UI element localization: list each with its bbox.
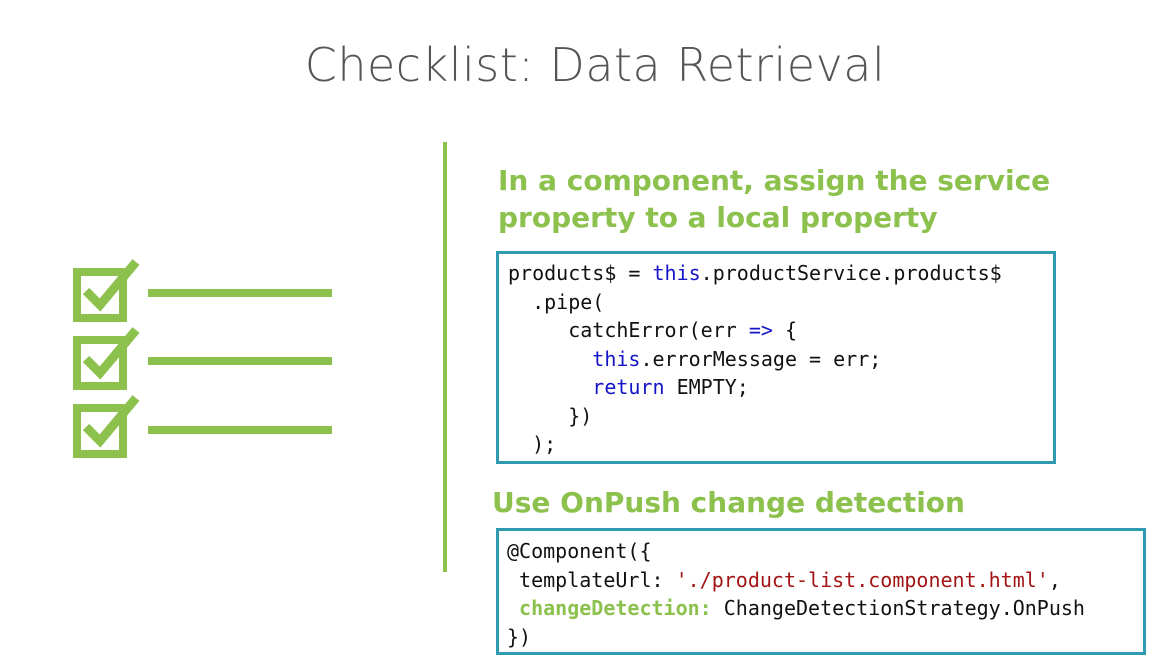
checklist-icon	[70, 255, 340, 470]
code-line: templateUrl: './product-list.component.h…	[507, 567, 1061, 592]
section-heading-onpush: Use OnPush change detection	[492, 486, 965, 519]
code-line: })	[508, 403, 593, 428]
code-block-onpush: @Component({ templateUrl: './product-lis…	[496, 528, 1146, 655]
vertical-divider	[443, 142, 447, 572]
code-line: catchError(err => {	[508, 318, 798, 342]
code-line: .pipe(	[508, 289, 605, 314]
code-line: })	[507, 624, 532, 649]
code-line: this.errorMessage = err;	[592, 346, 882, 371]
code-line: products$ = this.productService.products…	[508, 261, 1002, 285]
code-line: changeDetection: ChangeDetectionStrategy…	[519, 596, 1085, 620]
code-line: );	[508, 432, 557, 456]
code-line: @Component({	[507, 539, 652, 563]
slide-title: Checklist: Data Retrieval	[304, 38, 886, 92]
section-heading-assign-property: In a component, assign the service prope…	[498, 164, 1051, 234]
code-line: return EMPTY;	[592, 375, 749, 399]
code-block-data-retrieval: products$ = this.productService.products…	[496, 251, 1056, 464]
